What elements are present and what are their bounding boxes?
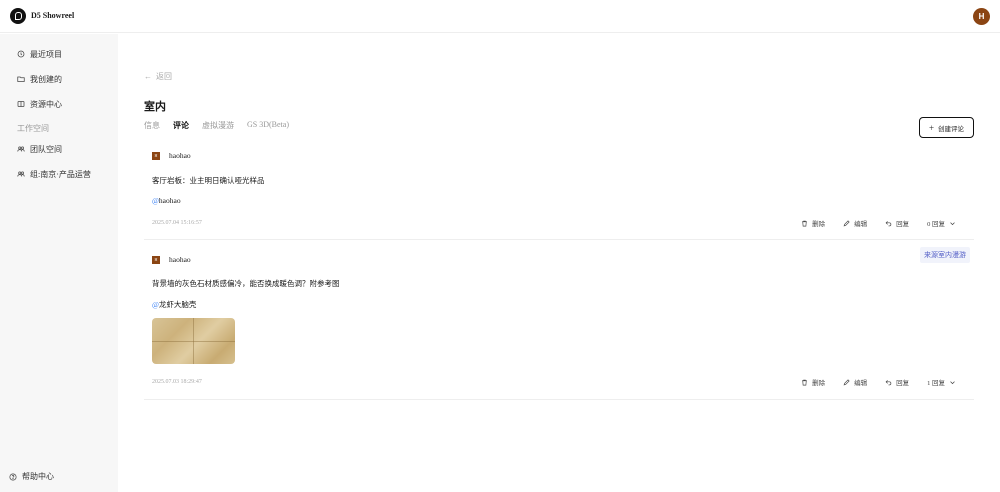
chevron-down-icon (950, 221, 955, 225)
comment-author: H haohao (152, 151, 191, 160)
team-icon (17, 146, 25, 152)
tab-info[interactable]: 信息 (144, 120, 160, 131)
delete-button[interactable]: 删除 (801, 218, 825, 228)
tab-bar: 信息 评论 虚拟漫游 GS 3D(Beta) (144, 120, 289, 131)
delete-label: 删除 (812, 221, 826, 228)
comment-mention[interactable]: @haohao (152, 196, 181, 205)
comment-mention[interactable]: @龙虾大脑壳 (152, 299, 196, 310)
comment-time: 2025.07.04 15:16:57 (152, 220, 202, 226)
sidebar-item-label: 我创建的 (30, 74, 62, 84)
main-content: ← 返回 室内 信息 评论 虚拟漫游 GS 3D(Beta) + 创建评论 H … (118, 34, 1000, 492)
page-title: 室内 (144, 101, 166, 113)
tab-gs-3d[interactable]: GS 3D(Beta) (247, 120, 289, 131)
replies-toggle[interactable]: 0 回复 (927, 218, 956, 228)
edit-label: 编辑 (854, 221, 868, 228)
author-name: haohao (169, 151, 191, 160)
replies-count: 0 回复 (927, 221, 945, 228)
sidebar-item-created[interactable]: 我创建的 (17, 72, 62, 86)
at-icon: @ (152, 300, 159, 309)
folder-icon (17, 76, 25, 82)
brand-name: D5 Showreel (31, 11, 75, 20)
history-icon (17, 50, 25, 58)
team-icon (17, 171, 25, 177)
author-avatar: H (152, 255, 160, 264)
reply-button[interactable]: 回复 (885, 218, 909, 228)
comment-author: H haohao (152, 255, 191, 264)
help-center-link[interactable]: 帮助中心 (9, 471, 54, 482)
reply-icon (885, 379, 892, 385)
comment-actions: 删除 编辑 回复 0 回复 (801, 218, 956, 228)
edit-label: 编辑 (854, 380, 868, 387)
comment-item: 来源室内漫游 H haohao 背景墙的灰色石材质感偏冷，能否换成暖色调？附参考… (144, 241, 974, 400)
comment-actions: 删除 编辑 回复 1 回复 (801, 377, 956, 387)
replies-toggle[interactable]: 1 回复 (927, 377, 956, 387)
help-icon (9, 472, 17, 481)
comment-time: 2025.07.03 18:29:47 (152, 379, 202, 385)
edit-button[interactable]: 编辑 (843, 218, 867, 228)
mention-name: haohao (158, 196, 181, 205)
at-icon: @ (152, 196, 159, 205)
plus-icon: + (928, 122, 935, 133)
chevron-down-icon (950, 380, 955, 384)
back-label: 返回 (156, 72, 172, 81)
create-comment-button[interactable]: + 创建评论 (919, 117, 974, 138)
delete-label: 删除 (812, 380, 826, 387)
delete-button[interactable]: 删除 (801, 377, 825, 387)
sidebar-item-group-nanjing[interactable]: 组:南京·产品运营 (17, 167, 91, 181)
workspace-section-label: 工作空间 (17, 124, 49, 133)
tab-virtual-tour[interactable]: 虚拟漫游 (202, 120, 234, 131)
sidebar-item-team-space[interactable]: 团队空间 (17, 142, 62, 156)
comment-item: H haohao 客厅岩板：业主明日确认哑光样品 @haohao 2025.07… (144, 141, 974, 240)
comment-image-thumbnail[interactable] (152, 318, 235, 364)
pencil-icon (843, 378, 850, 385)
arrow-left-icon: ← (144, 72, 152, 81)
sidebar-item-label: 最近项目 (30, 49, 62, 59)
top-bar: D5 Showreel H (0, 0, 1000, 33)
reply-label: 回复 (896, 221, 910, 228)
d5-logo-icon[interactable] (10, 8, 26, 24)
help-center-label: 帮助中心 (22, 472, 54, 481)
user-avatar[interactable]: H (973, 8, 990, 25)
trash-icon (802, 220, 808, 226)
create-comment-label: 创建评论 (938, 125, 965, 133)
tab-comments[interactable]: 评论 (173, 120, 189, 131)
reply-button[interactable]: 回复 (885, 377, 909, 387)
mention-name: 龙虾大脑壳 (158, 300, 197, 309)
reply-label: 回复 (896, 380, 910, 387)
reply-icon (885, 220, 892, 226)
sidebar-item-label: 组:南京·产品运营 (30, 169, 91, 179)
author-name: haohao (169, 255, 191, 264)
book-icon (17, 101, 25, 107)
sidebar: 最近项目 我创建的 资源中心 工作空间 团队空间 组:南京·产品运营 (0, 34, 118, 492)
trash-icon (802, 379, 808, 385)
edit-button[interactable]: 编辑 (843, 377, 867, 387)
sidebar-item-resources[interactable]: 资源中心 (17, 97, 62, 111)
sidebar-item-label: 团队空间 (30, 144, 62, 154)
comment-text: 客厅岩板：业主明日确认哑光样品 (152, 176, 265, 185)
back-link[interactable]: ← 返回 (144, 71, 172, 82)
pencil-icon (843, 219, 850, 226)
sidebar-item-recent[interactable]: 最近项目 (17, 47, 62, 61)
author-avatar: H (152, 151, 160, 160)
source-tag[interactable]: 来源室内漫游 (920, 247, 970, 263)
comment-text: 背景墙的灰色石材质感偏冷，能否换成暖色调？附参考图 (152, 279, 340, 288)
sidebar-item-label: 资源中心 (30, 99, 62, 109)
replies-count: 1 回复 (927, 380, 945, 387)
